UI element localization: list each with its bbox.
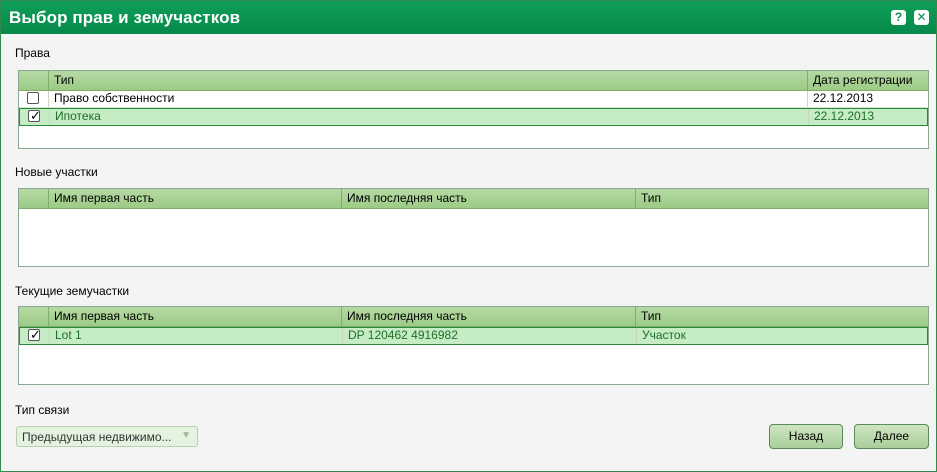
back-button[interactable]: Назад	[769, 424, 843, 449]
link-type-select[interactable]: Предыдущая недвижимо... ▼	[16, 426, 198, 447]
cell-first-name: Lot 1	[50, 328, 343, 344]
new-parcels-grid: Имя первая часть Имя последняя часть Тип	[18, 188, 929, 267]
new-parcels-grid-header: Имя первая часть Имя последняя часть Тип	[19, 189, 928, 209]
link-type-value: Предыдущая недвижимо...	[22, 430, 172, 444]
table-row[interactable]: Право собственности 22.12.2013	[19, 91, 928, 108]
current-parcels-grid: Имя первая часть Имя последняя часть Тип…	[18, 306, 929, 385]
column-header-last-name[interactable]: Имя последняя часть	[342, 189, 636, 208]
dialog-title: Выбор прав и земучастков	[9, 8, 241, 27]
checkmark-icon: ✓	[30, 328, 41, 342]
row-checkbox[interactable]: ✓	[28, 109, 41, 123]
cell-type: Участок	[642, 328, 686, 342]
column-header-first-name[interactable]: Имя первая часть	[49, 307, 342, 326]
new-parcels-section-label: Новые участки	[15, 165, 98, 179]
column-header-last-name[interactable]: Имя последняя часть	[342, 307, 636, 326]
rights-grid: Тип Дата регистрации Право собственности…	[18, 70, 929, 149]
table-row[interactable]: ✓ Lot 1 DP 120462 4916982 Участок	[19, 327, 928, 345]
chevron-down-icon[interactable]: ▼	[181, 430, 191, 441]
help-icon[interactable]: ?	[891, 10, 906, 25]
checkmark-icon: ✓	[30, 109, 41, 123]
table-row[interactable]: ✓ Ипотека 22.12.2013	[19, 108, 928, 126]
title-bar: Выбор прав и земучастков ? ✕	[1, 1, 936, 34]
link-type-label: Тип связи	[15, 403, 70, 417]
column-header-registration-date[interactable]: Дата регистрации	[808, 71, 928, 90]
column-header-type[interactable]: Тип	[636, 307, 928, 326]
next-button[interactable]: Далее	[854, 424, 929, 449]
header-check-column	[19, 189, 49, 208]
cell-date: 22.12.2013	[813, 91, 874, 105]
column-header-type[interactable]: Тип	[49, 71, 808, 90]
row-checkbox[interactable]	[27, 92, 39, 104]
rights-section-label: Права	[15, 46, 50, 60]
current-parcels-grid-header: Имя первая часть Имя последняя часть Тип	[19, 307, 928, 327]
row-checkbox[interactable]: ✓	[28, 328, 41, 342]
cell-date: 22.12.2013	[814, 109, 875, 123]
header-check-column	[19, 71, 49, 90]
cell-last-name: DP 120462 4916982	[343, 328, 637, 344]
current-parcels-section-label: Текущие земучастки	[15, 284, 130, 298]
column-header-type[interactable]: Тип	[636, 189, 928, 208]
column-header-first-name[interactable]: Имя первая часть	[49, 189, 342, 208]
dialog-window: Выбор прав и земучастков ? ✕ Права Тип Д…	[0, 0, 937, 472]
cell-type: Право собственности	[49, 91, 808, 107]
rights-grid-header: Тип Дата регистрации	[19, 71, 928, 91]
cell-type: Ипотека	[50, 109, 809, 125]
header-check-column	[19, 307, 49, 326]
close-icon[interactable]: ✕	[914, 10, 929, 25]
